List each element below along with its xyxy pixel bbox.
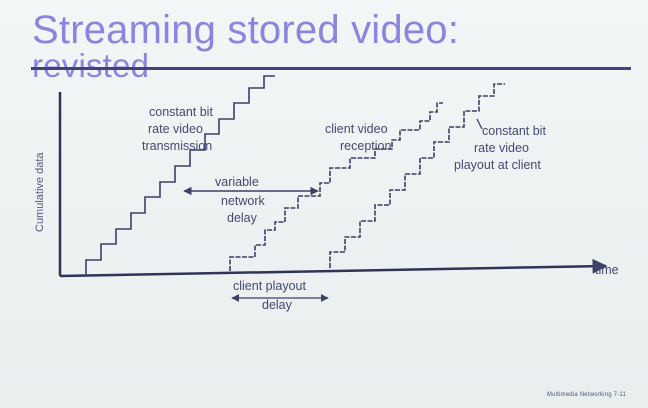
slide: Streaming stored video: revisted Cumulat…: [0, 0, 648, 408]
y-axis-label: Cumulative data: [34, 152, 46, 232]
slide-footer: Multimedia Networking 7-11: [546, 392, 626, 398]
reception-label: client video reception: [325, 122, 391, 153]
playout-staircase: [329, 83, 505, 268]
playout-label-line-3: playout at client: [454, 158, 541, 172]
network-delay-label-line-2: network: [221, 194, 266, 208]
network-delay-label-line-3: delay: [227, 211, 258, 225]
x-axis: [59, 258, 608, 278]
x-axis-label: time: [595, 263, 619, 277]
network-delay-label-line-1: variable: [215, 175, 259, 189]
streaming-diagram: Cumulative data time constant bit rate v…: [34, 75, 619, 312]
transmission-label-line-2: rate video: [148, 122, 203, 136]
transmission-label: constant bit rate video transmission: [142, 105, 213, 153]
client-playout-delay-label: client playout delay: [231, 279, 329, 312]
reception-label-line-2: reception: [340, 139, 391, 153]
transmission-label-line-1: constant bit: [149, 105, 213, 119]
reception-label-line-1: client video: [325, 122, 388, 136]
playout-label-line-1: constant bit: [482, 124, 546, 138]
client-playout-delay-label-line-1: client playout: [233, 279, 306, 293]
client-playout-delay-label-line-2: delay: [262, 298, 293, 312]
playout-label-line-2: rate video: [474, 141, 529, 155]
playout-label: constant bit rate video playout at clien…: [454, 118, 546, 172]
transmission-label-line-3: transmission: [142, 139, 212, 153]
